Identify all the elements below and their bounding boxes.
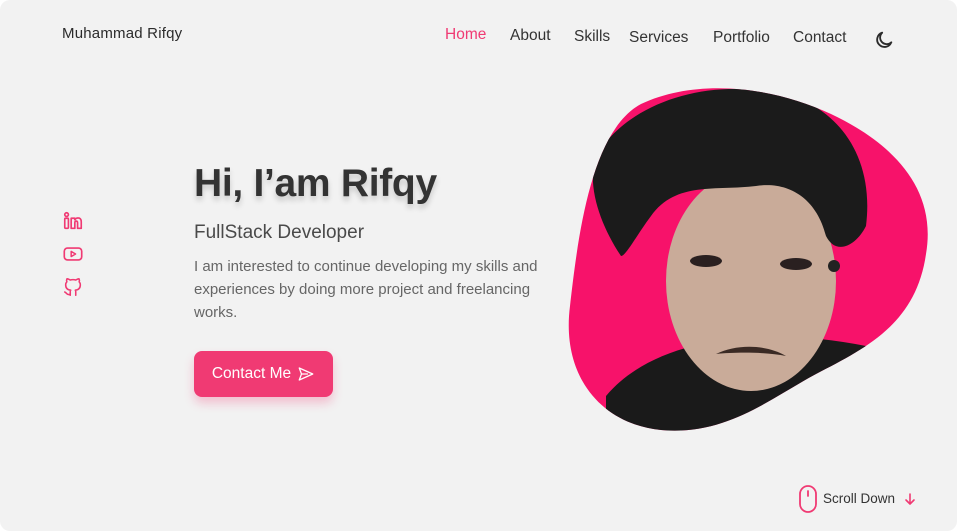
profile-portrait bbox=[566, 86, 936, 436]
linkedin-icon[interactable] bbox=[62, 210, 84, 232]
scroll-down-label: Scroll Down bbox=[823, 491, 896, 506]
nav-services[interactable]: Services bbox=[629, 29, 688, 47]
nav-skills[interactable]: Skills bbox=[574, 28, 610, 46]
mouse-icon bbox=[799, 485, 817, 513]
send-icon bbox=[298, 367, 314, 381]
nav-contact[interactable]: Contact bbox=[793, 29, 846, 47]
main-nav: Home About Skills Services Portfolio Con… bbox=[0, 26, 957, 50]
moon-icon[interactable] bbox=[873, 29, 895, 51]
contact-me-label: Contact Me bbox=[211, 365, 292, 382]
hero-title: Hi, I’am Rifqy bbox=[194, 162, 437, 205]
nav-about[interactable]: About bbox=[510, 27, 551, 45]
youtube-icon[interactable] bbox=[62, 243, 84, 265]
hero-subtitle: FullStack Developer bbox=[194, 222, 365, 243]
hero-description: I am interested to continue developing m… bbox=[194, 258, 538, 321]
contact-me-button[interactable]: Contact Me bbox=[194, 351, 333, 397]
github-icon[interactable] bbox=[62, 276, 84, 298]
arrow-down-icon bbox=[905, 493, 915, 505]
nav-home[interactable]: Home bbox=[445, 26, 486, 44]
nav-portfolio[interactable]: Portfolio bbox=[713, 29, 770, 47]
scroll-down-link[interactable]: Scroll Down bbox=[798, 484, 928, 514]
page: Muhammad Rifqy Home About Skills Service… bbox=[0, 0, 957, 531]
